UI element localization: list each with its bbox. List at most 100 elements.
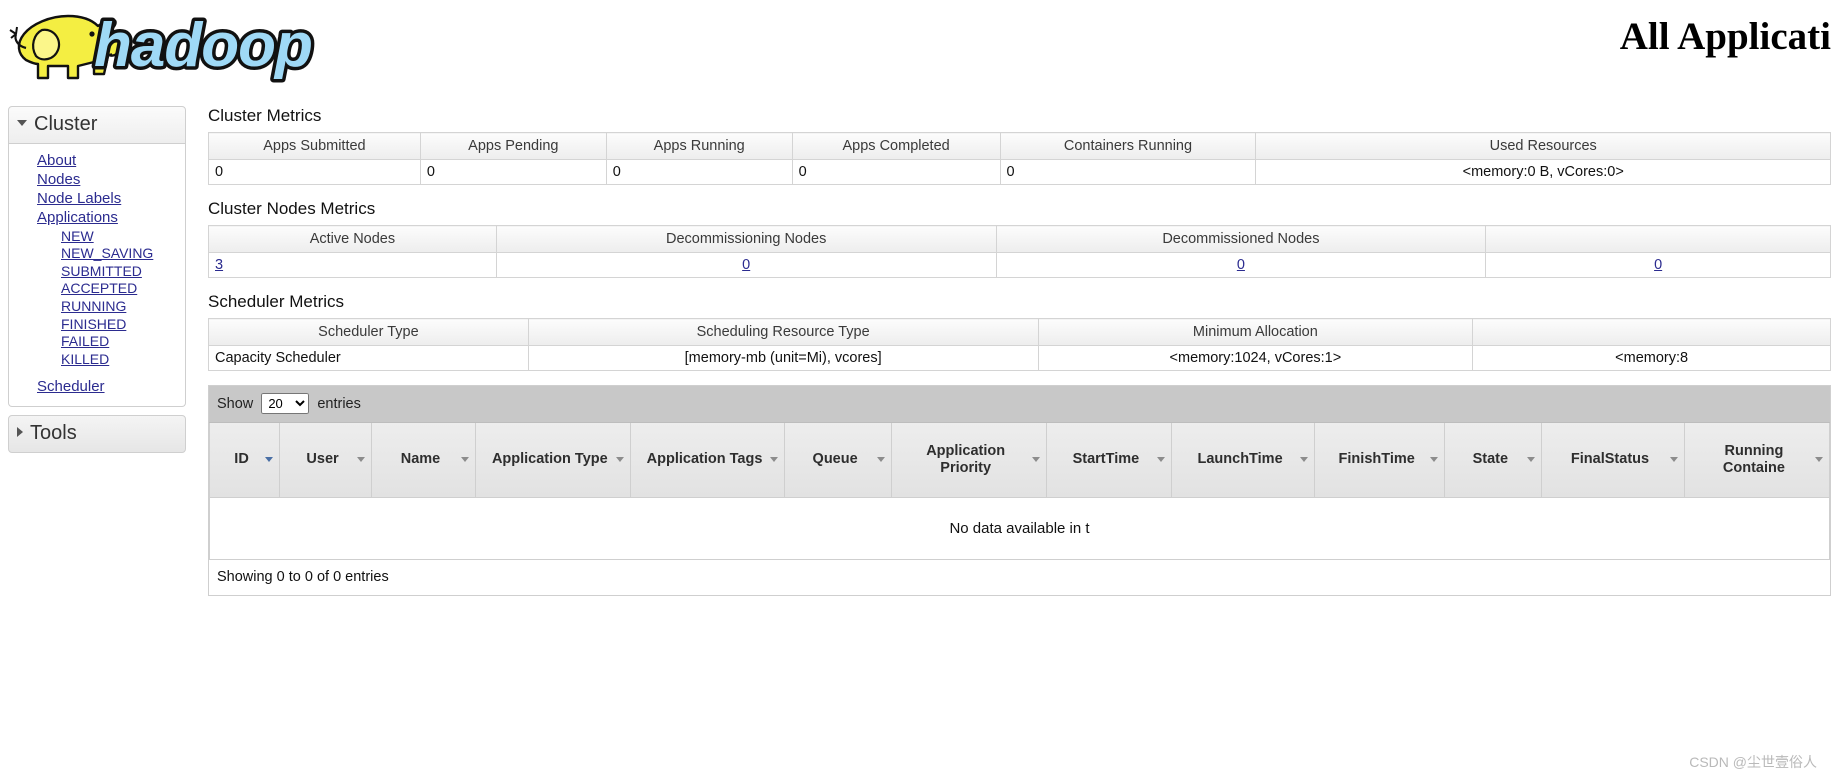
sidebar-item-node-labels[interactable]: Node Labels — [9, 190, 185, 209]
sidebar-item-running[interactable]: RUNNING — [9, 298, 185, 316]
col-user[interactable]: User — [279, 423, 372, 498]
cell-containers-running: 0 — [999, 159, 1257, 185]
sidebar: Cluster About Nodes Node Labels Applicat… — [8, 106, 186, 454]
col-scheduling-resource-type: Scheduling Resource Type — [527, 318, 1039, 346]
table-header-row: ID User Name Application Type Applicatio… — [208, 423, 1831, 498]
col-containers-running: Containers Running — [999, 132, 1257, 160]
col-running-containers-label: Running Containe — [1722, 442, 1785, 476]
table-header-row: Active Nodes Decommissioning Nodes Decom… — [208, 225, 1831, 253]
col-application-tags[interactable]: Application Tags — [629, 423, 786, 498]
table-row: Capacity Scheduler [memory-mb (unit=Mi),… — [208, 345, 1831, 371]
main-content: Cluster Metrics Apps Submitted Apps Pend… — [200, 92, 1831, 780]
table-header-row: Apps Submitted Apps Pending Apps Running… — [208, 132, 1831, 160]
table-row-empty: No data available in t — [209, 497, 1830, 560]
show-label: Show — [217, 396, 254, 412]
col-id[interactable]: ID — [208, 423, 281, 498]
col-name[interactable]: Name — [370, 423, 476, 498]
page-header: hadoop hadoop All Applicati — [0, 0, 1831, 92]
cell-maximum-allocation: <memory:8 — [1472, 345, 1831, 371]
col-apps-pending: Apps Pending — [419, 132, 607, 160]
hadoop-logo: hadoop hadoop — [8, 4, 338, 88]
active-nodes-link[interactable]: 3 — [215, 257, 223, 273]
empty-message: No data available in t — [209, 497, 1830, 560]
col-final-status-label: FinalStatus — [1570, 451, 1650, 468]
cell-apps-pending: 0 — [419, 159, 607, 185]
table-header-row: Scheduler Type Scheduling Resource Type … — [208, 318, 1831, 346]
sidebar-item-finished[interactable]: FINISHED — [9, 316, 185, 334]
scheduler-metrics-table: Scheduler Type Scheduling Resource Type … — [208, 318, 1831, 371]
col-nodes-extra — [1485, 225, 1831, 253]
decommissioning-nodes-link[interactable]: 0 — [742, 257, 750, 273]
sidebar-cluster-body: About Nodes Node Labels Applications NEW… — [8, 144, 186, 408]
applications-datatable: Show 20 50 100 entries — [208, 385, 1831, 596]
col-active-nodes: Active Nodes — [208, 225, 497, 253]
sort-arrow-icon — [1031, 457, 1040, 462]
col-launch-time[interactable]: LaunchTime — [1171, 423, 1315, 498]
col-apps-running: Apps Running — [605, 132, 793, 160]
cell-apps-running: 0 — [605, 159, 793, 185]
sort-arrow-icon — [876, 457, 885, 462]
sidebar-section-cluster[interactable]: Cluster — [8, 106, 186, 144]
col-finish-time[interactable]: FinishTime — [1313, 423, 1446, 498]
col-used-resources: Used Resources — [1255, 132, 1831, 160]
sort-arrow-icon — [615, 457, 624, 462]
sort-arrow-icon — [1669, 457, 1678, 462]
sidebar-item-applications[interactable]: Applications — [9, 209, 185, 228]
col-application-priority[interactable]: Application Priority — [890, 423, 1047, 498]
entries-label: entries — [317, 396, 361, 412]
cell-nodes-extra: 0 — [1485, 252, 1831, 278]
sidebar-section-tools[interactable]: Tools — [8, 415, 186, 454]
sort-arrow-icon — [1430, 457, 1439, 462]
page-title: All Applicati — [1619, 15, 1831, 58]
sort-arrow-icon — [1157, 457, 1166, 462]
sort-arrow-icon — [1527, 457, 1536, 462]
chevron-right-icon — [17, 427, 23, 438]
sidebar-item-about[interactable]: About — [9, 152, 185, 171]
sidebar-item-new[interactable]: NEW — [9, 228, 185, 246]
sort-arrow-icon — [1299, 457, 1308, 462]
col-scheduler-type: Scheduler Type — [208, 318, 529, 346]
col-running-containers[interactable]: Running Containe — [1683, 423, 1831, 498]
sidebar-item-failed[interactable]: FAILED — [9, 333, 185, 351]
decommissioned-nodes-link[interactable]: 0 — [1237, 257, 1245, 273]
col-apps-submitted: Apps Submitted — [208, 132, 421, 160]
cluster-metrics-title: Cluster Metrics — [208, 106, 322, 125]
cluster-metrics-table: Apps Submitted Apps Pending Apps Running… — [208, 132, 1831, 185]
col-finish-time-label: FinishTime — [1338, 451, 1415, 468]
col-start-time[interactable]: StartTime — [1045, 423, 1173, 498]
sidebar-section-cluster-label: Cluster — [34, 113, 98, 135]
col-state[interactable]: State — [1444, 423, 1543, 498]
cell-apps-submitted: 0 — [208, 159, 421, 185]
scheduler-metrics-title: Scheduler Metrics — [208, 292, 345, 311]
sort-arrow-icon — [1815, 457, 1823, 462]
col-queue-label: Queue — [812, 451, 858, 468]
sort-arrow-icon — [460, 457, 469, 462]
col-application-priority-label: Application Priority — [926, 442, 1006, 476]
cluster-nodes-metrics-title: Cluster Nodes Metrics — [208, 199, 376, 218]
col-decommissioning-nodes: Decommissioning Nodes — [495, 225, 997, 253]
sidebar-item-nodes[interactable]: Nodes — [9, 171, 185, 190]
sidebar-item-new-saving[interactable]: NEW_SAVING — [9, 245, 185, 263]
col-final-status[interactable]: FinalStatus — [1541, 423, 1685, 498]
col-name-label: Name — [400, 451, 441, 468]
cell-minimum-allocation: <memory:1024, vCores:1> — [1037, 345, 1474, 371]
nodes-extra-link[interactable]: 0 — [1654, 257, 1662, 273]
page-size-select[interactable]: 20 50 100 — [261, 393, 310, 414]
col-id-label: ID — [234, 451, 249, 468]
cell-scheduler-type: Capacity Scheduler — [208, 345, 529, 371]
sidebar-item-submitted[interactable]: SUBMITTED — [9, 263, 185, 281]
col-queue[interactable]: Queue — [784, 423, 892, 498]
cell-scheduling-resource-type: [memory-mb (unit=Mi), vcores] — [527, 345, 1039, 371]
col-application-type[interactable]: Application Type — [474, 423, 631, 498]
cell-decommissioned-nodes: 0 — [995, 252, 1487, 278]
sidebar-item-scheduler[interactable]: Scheduler — [9, 378, 185, 397]
col-decommissioned-nodes: Decommissioned Nodes — [995, 225, 1487, 253]
sidebar-item-accepted[interactable]: ACCEPTED — [9, 280, 185, 298]
applications-table: ID User Name Application Type Applicatio… — [208, 423, 1831, 560]
col-application-type-label: Application Type — [491, 451, 608, 468]
col-user-label: User — [306, 451, 339, 468]
sidebar-item-killed[interactable]: KILLED — [9, 351, 185, 369]
cluster-nodes-metrics-table: Active Nodes Decommissioning Nodes Decom… — [208, 225, 1831, 278]
col-state-label: State — [1472, 451, 1509, 468]
